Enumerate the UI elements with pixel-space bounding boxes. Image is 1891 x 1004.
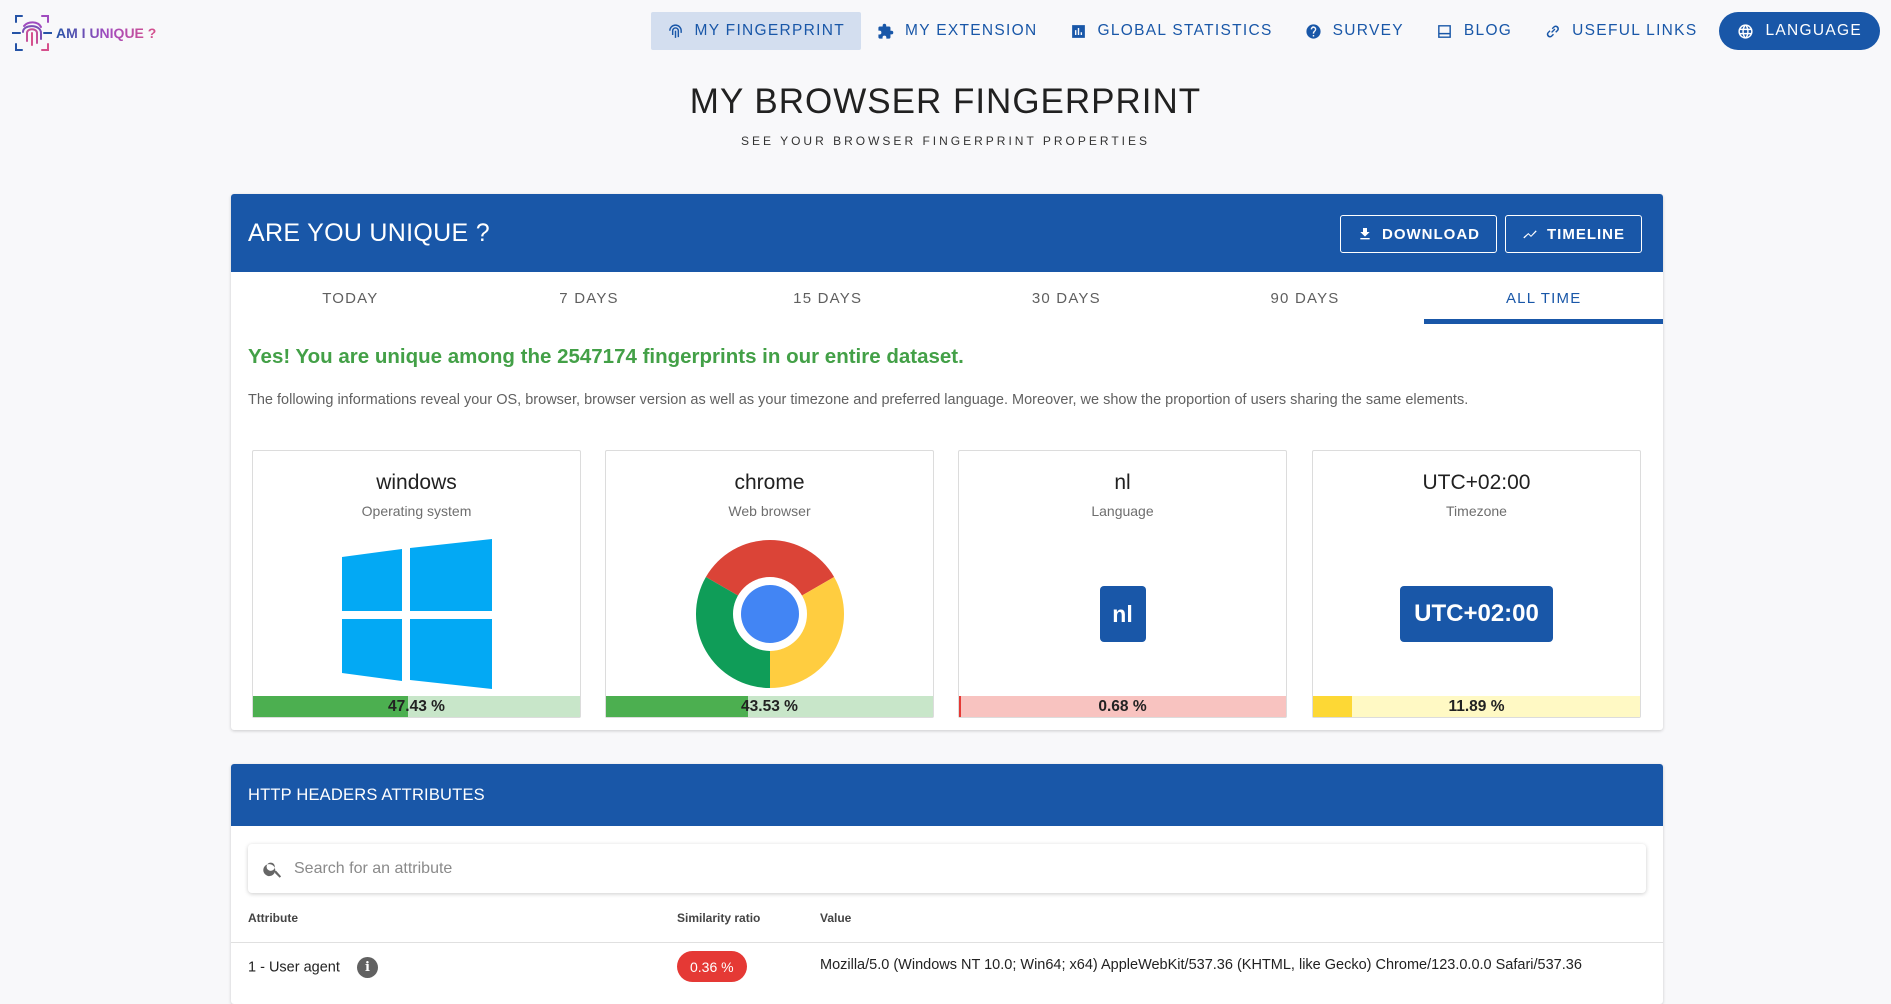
nav-label: BLOG (1463, 22, 1513, 39)
column-header-value[interactable]: Value (820, 911, 851, 925)
attribute-value: Mozilla/5.0 (Windows NT 10.0; Win64; x64… (820, 957, 1582, 973)
nav-label: MY FINGERPRINT (694, 22, 846, 39)
timezone-badge: UTC+02:00 (1400, 586, 1553, 642)
stat-value: chrome (734, 471, 805, 494)
timeline-label: TIMELINE (1547, 225, 1625, 243)
stat-label: Operating system (361, 503, 472, 519)
stat-value: UTC+02:00 (1422, 471, 1531, 494)
table-divider (231, 942, 1663, 943)
stat-label: Timezone (1446, 503, 1507, 519)
top-navigation: AM I UNIQUE ? MY FINGERPRINT MY EXTENSIO… (0, 0, 1891, 64)
brand-logo[interactable]: AM I UNIQUE ? (12, 12, 156, 54)
info-icon[interactable]: i (356, 957, 378, 978)
windows-logo-icon (341, 539, 492, 689)
similarity-ratio-chip: 0.36 % (677, 951, 747, 982)
nav-my-fingerprint[interactable]: MY FINGERPRINT (650, 12, 862, 50)
timeline-button[interactable]: TIMELINE (1505, 215, 1642, 253)
http-card-header: HTTP HEADERS ATTRIBUTES (231, 764, 1663, 826)
stat-box-os: windows Operating system 47.43 % (252, 450, 581, 718)
download-icon (1360, 228, 1370, 240)
tab-90-days[interactable]: 90 DAYS (1186, 272, 1425, 324)
download-button[interactable]: DOWNLOAD (1340, 215, 1497, 253)
stat-value: nl (1114, 471, 1131, 494)
attribute-name: 1 - User agent (248, 959, 340, 976)
fingerprint-logo-icon (12, 15, 52, 51)
language-button[interactable]: LANGUAGE (1719, 12, 1880, 50)
stat-progress-bar: 0.68 % (959, 696, 1286, 717)
tab-today[interactable]: TODAY (231, 272, 470, 324)
card-actions: DOWNLOAD TIMELINE (1340, 215, 1642, 253)
nav-label: SURVEY (1332, 22, 1404, 39)
unique-message: Yes! You are unique among the 2547174 fi… (248, 345, 964, 368)
stat-visual: UTC+02:00 (1313, 539, 1640, 689)
stat-progress-bar: 47.43 % (253, 696, 580, 717)
main-nav: MY FINGERPRINT MY EXTENSION GLOBAL STATI… (650, 12, 1880, 50)
stat-box-language: nl Language nl 0.68 % (958, 450, 1287, 718)
help-circle-icon (1306, 23, 1321, 39)
stat-label: Web browser (728, 503, 811, 519)
search-icon (263, 862, 282, 878)
nav-my-extension[interactable]: MY EXTENSION (861, 12, 1053, 50)
fingerprint-icon (668, 23, 682, 38)
tab-15-days[interactable]: 15 DAYS (708, 272, 947, 324)
nav-label: USEFUL LINKS (1572, 22, 1698, 39)
globe-icon (1738, 23, 1754, 39)
stat-percent: 0.68 % (1098, 698, 1147, 715)
brand-name: AM I UNIQUE ? (56, 25, 157, 41)
nav-label: MY EXTENSION (905, 22, 1038, 39)
info-text: The following informations reveal your O… (248, 392, 1469, 408)
bar-chart-icon (1071, 24, 1085, 38)
table-row-attribute: 1 - User agent i (248, 957, 378, 978)
stat-percent: 43.53 % (741, 698, 798, 715)
nav-survey[interactable]: SURVEY (1289, 12, 1420, 50)
attribute-search[interactable] (248, 844, 1646, 893)
stat-progress-bar: 11.89 % (1313, 696, 1640, 717)
trending-up-icon (1523, 230, 1537, 239)
nav-label: GLOBAL STATISTICS (1097, 22, 1273, 39)
are-you-unique-card: ARE YOU UNIQUE ? DOWNLOAD TIMELINE TODAY… (231, 194, 1663, 730)
stat-progress-bar: 43.53 % (606, 696, 933, 717)
page-subtitle: SEE YOUR BROWSER FINGERPRINT PROPERTIES (740, 134, 1151, 148)
language-badge: nl (1099, 586, 1146, 642)
stat-percent: 11.89 % (1448, 698, 1505, 715)
blog-icon (1438, 24, 1451, 38)
column-header-similarity[interactable]: Similarity ratio (677, 911, 760, 925)
puzzle-icon (878, 23, 894, 39)
card-header: ARE YOU UNIQUE ? DOWNLOAD TIMELINE (231, 194, 1663, 272)
tab-30-days[interactable]: 30 DAYS (947, 272, 1186, 324)
download-label: DOWNLOAD (1382, 225, 1480, 243)
nav-blog[interactable]: BLOG (1420, 12, 1528, 50)
language-label: LANGUAGE (1765, 22, 1862, 39)
period-tabs: TODAY 7 DAYS 15 DAYS 30 DAYS 90 DAYS ALL… (231, 272, 1663, 324)
nav-useful-links[interactable]: USEFUL LINKS (1528, 12, 1713, 50)
stat-visual (606, 539, 933, 689)
link-icon (1546, 25, 1560, 38)
stat-visual: nl (959, 539, 1286, 689)
http-card-title: HTTP HEADERS ATTRIBUTES (248, 785, 485, 804)
http-headers-card: HTTP HEADERS ATTRIBUTES Attribute Simila… (231, 764, 1663, 1004)
search-input[interactable] (294, 859, 1594, 878)
stat-visual (253, 539, 580, 689)
chrome-logo-icon (695, 540, 844, 688)
stat-box-timezone: UTC+02:00 Timezone UTC+02:00 11.89 % (1312, 450, 1641, 718)
page-title: MY BROWSER FINGERPRINT (689, 82, 1202, 121)
tab-all-time[interactable]: ALL TIME (1424, 272, 1663, 324)
nav-global-statistics[interactable]: GLOBAL STATISTICS (1054, 12, 1289, 50)
stat-percent: 47.43 % (388, 698, 445, 715)
stat-label: Language (1091, 503, 1154, 519)
tab-7-days[interactable]: 7 DAYS (470, 272, 709, 324)
stat-value: windows (376, 471, 457, 494)
column-header-attribute[interactable]: Attribute (248, 911, 298, 925)
stat-box-browser: chrome Web browser 43.53 % (605, 450, 934, 718)
card-title: ARE YOU UNIQUE ? (248, 218, 490, 247)
